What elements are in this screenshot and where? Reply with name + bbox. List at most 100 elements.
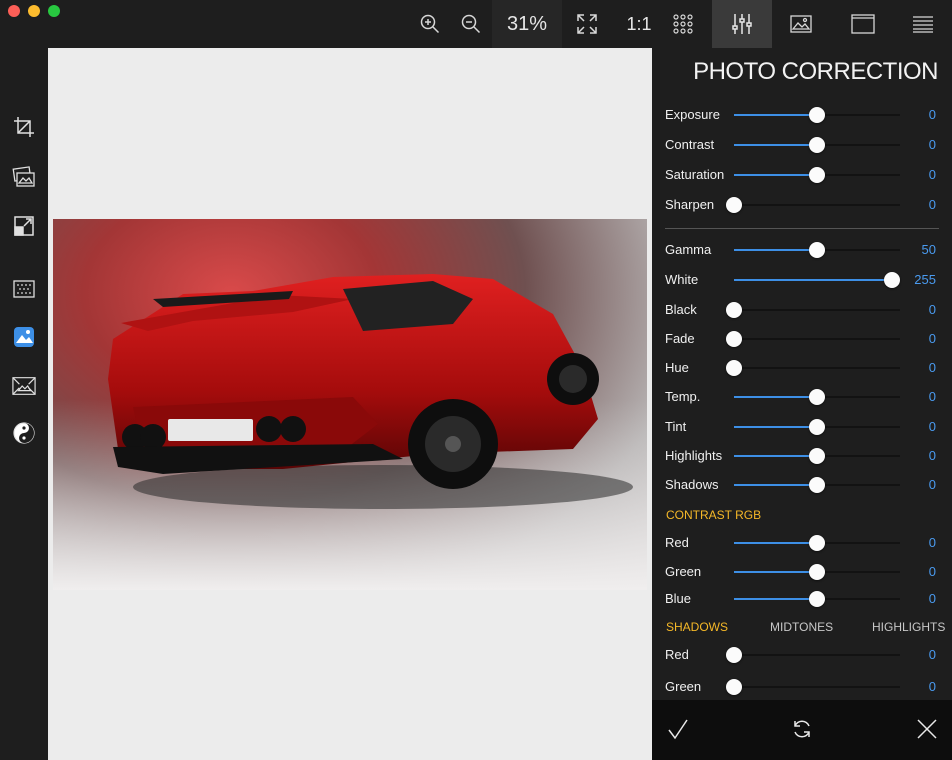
adjustments-button[interactable] [712, 0, 772, 48]
slider-track[interactable] [726, 360, 900, 376]
minimize-window-button[interactable] [28, 5, 40, 17]
slider-value: 0 [928, 647, 936, 662]
slider-knob[interactable] [809, 167, 825, 183]
basic-slider-row: Contrast 0 [652, 134, 952, 156]
slider-knob[interactable] [883, 272, 900, 288]
tone-slider-row: Gamma 50 [652, 239, 952, 261]
slider-knob[interactable] [726, 360, 742, 376]
image-button[interactable] [786, 0, 816, 48]
slider-track[interactable] [734, 535, 900, 551]
actual-size-button[interactable]: 1:1 [620, 0, 658, 48]
slider-value: 0 [928, 137, 936, 152]
tab-shadows[interactable]: SHADOWS [666, 620, 728, 634]
slider-value: 0 [928, 564, 936, 579]
tone-slider-row: Fade 0 [652, 328, 952, 350]
slider-label: Saturation [665, 167, 725, 182]
slider-track[interactable] [734, 389, 900, 405]
slider-knob[interactable] [809, 137, 825, 153]
slider-knob[interactable] [809, 477, 825, 493]
slider-knob[interactable] [809, 107, 825, 123]
checkmark-icon [668, 719, 688, 740]
resize-icon [14, 216, 34, 236]
slider-track[interactable] [726, 679, 900, 695]
cancel-button[interactable] [914, 716, 940, 742]
slider-track[interactable] [734, 137, 900, 153]
slider-knob[interactable] [809, 535, 825, 551]
slider-fill [734, 571, 817, 573]
sidebar-item-resize[interactable] [12, 214, 36, 238]
slider-knob[interactable] [726, 647, 742, 663]
slider-fill [734, 279, 892, 281]
sidebar-item-effects[interactable] [12, 165, 36, 189]
sidebar-item-contrast[interactable] [12, 421, 36, 445]
slider-value: 0 [928, 389, 936, 404]
texture-icon [13, 280, 35, 298]
shadows-slider-row: Green 0 [652, 676, 952, 698]
close-window-button[interactable] [8, 5, 20, 17]
slider-knob[interactable] [809, 564, 825, 580]
slider-knob[interactable] [809, 419, 825, 435]
fit-screen-button[interactable] [570, 0, 604, 48]
slider-label: Temp. [665, 389, 701, 404]
sidebar-item-perspective[interactable] [12, 374, 36, 398]
slider-value: 0 [928, 331, 936, 346]
zoom-out-button[interactable] [457, 0, 485, 48]
slider-fill [734, 426, 817, 428]
slider-track[interactable] [734, 107, 900, 123]
slider-label: Tint [665, 419, 687, 434]
slider-label: Red [665, 647, 689, 662]
tab-midtones[interactable]: MIDTONES [770, 620, 833, 634]
tools-sidebar [0, 48, 48, 760]
slider-track[interactable] [734, 272, 900, 288]
sidebar-item-crop[interactable] [12, 115, 36, 139]
grid-icon [673, 14, 693, 34]
slider-knob[interactable] [726, 679, 742, 695]
reset-button[interactable] [789, 716, 815, 742]
slider-knob[interactable] [809, 448, 825, 464]
yin-yang-icon [13, 422, 35, 444]
image-canvas[interactable] [48, 48, 652, 760]
grid-button[interactable] [668, 0, 698, 48]
menu-icon [913, 16, 933, 33]
slider-track[interactable] [726, 197, 900, 213]
apply-button[interactable] [665, 716, 691, 742]
slider-knob[interactable] [726, 302, 742, 318]
maximize-window-button[interactable] [48, 5, 60, 17]
zoom-in-button[interactable] [416, 0, 444, 48]
slider-track[interactable] [734, 242, 900, 258]
slider-knob[interactable] [809, 591, 825, 607]
sidebar-item-texture[interactable] [12, 277, 36, 301]
slider-label: Fade [665, 331, 695, 346]
tab-highlights[interactable]: HIGHLIGHTS [872, 620, 945, 634]
zoom-level-display[interactable]: 31% [492, 0, 562, 48]
slider-knob[interactable] [809, 389, 825, 405]
slider-track[interactable] [734, 564, 900, 580]
red-sports-car-image [53, 274, 647, 590]
close-icon [917, 719, 937, 739]
sliders-icon [732, 14, 752, 34]
slider-track[interactable] [734, 448, 900, 464]
slider-value: 0 [928, 535, 936, 550]
window-button[interactable] [848, 0, 878, 48]
slider-track[interactable] [726, 331, 900, 347]
slider-track[interactable] [726, 302, 900, 318]
slider-knob[interactable] [726, 331, 742, 347]
slider-track[interactable] [734, 167, 900, 183]
slider-value: 0 [928, 167, 936, 182]
slider-track[interactable] [734, 419, 900, 435]
slider-track[interactable] [726, 647, 900, 663]
tone-slider-row: Shadows 0 [652, 474, 952, 496]
image-icon [790, 15, 812, 33]
photo-preview [53, 219, 647, 590]
sidebar-item-photo-correction[interactable] [12, 325, 36, 349]
slider-label: Shadows [665, 477, 719, 492]
slider-track[interactable] [734, 477, 900, 493]
slider-knob[interactable] [809, 242, 825, 258]
slider-fill [734, 598, 817, 600]
shadows-slider-row: Red 0 [652, 644, 952, 666]
photo-correction-panel: PHOTO CORRECTION Exposure 0 Contrast 0 Satur… [652, 48, 952, 700]
menu-button[interactable] [908, 0, 938, 48]
window-icon [851, 14, 875, 34]
slider-knob[interactable] [726, 197, 742, 213]
slider-track[interactable] [734, 591, 900, 607]
